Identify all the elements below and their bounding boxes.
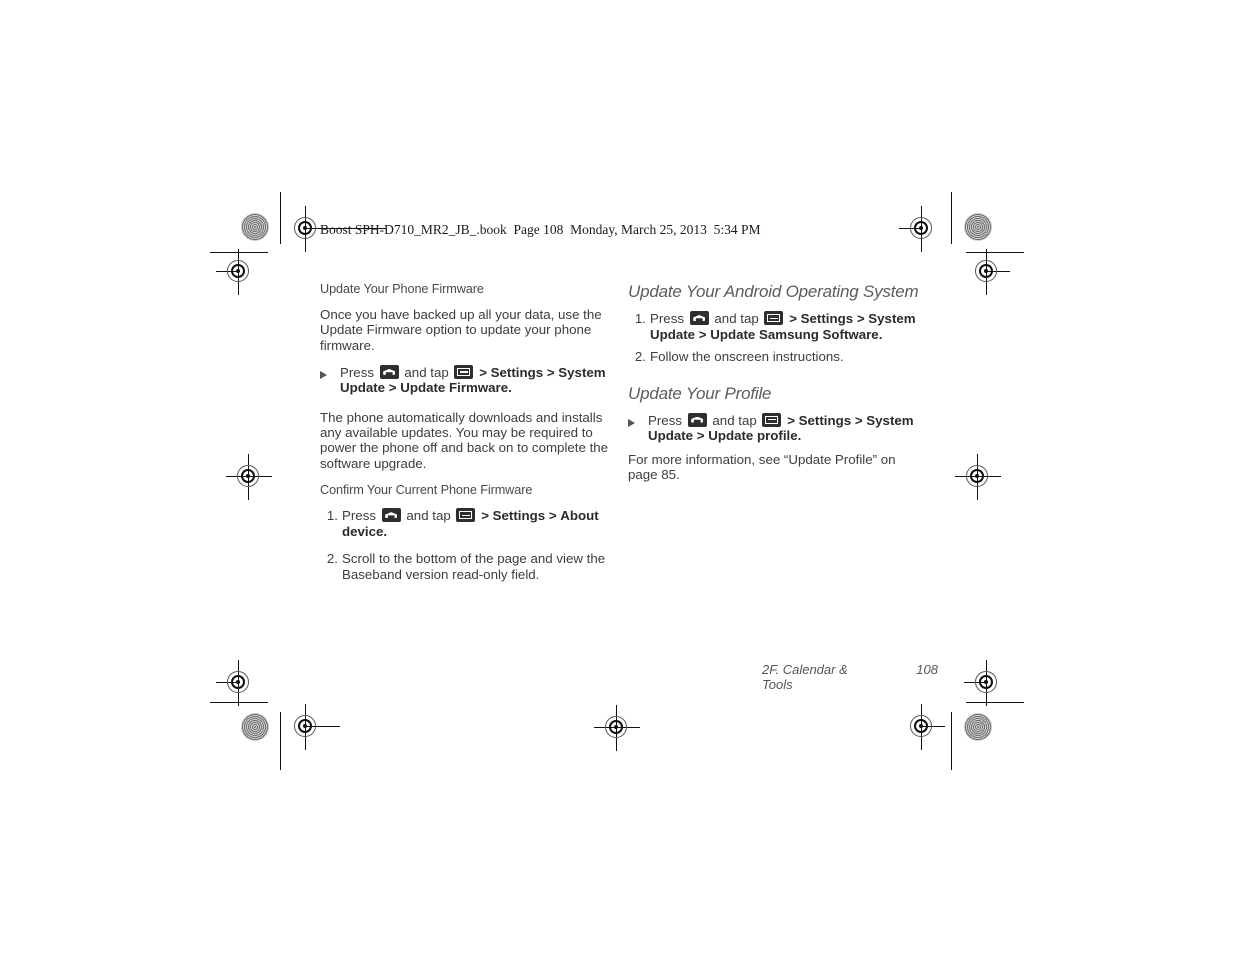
right-column: Update Your Android Operating System 1. … bbox=[628, 282, 928, 494]
path-separator-2: > bbox=[546, 364, 555, 380]
press-label: Press bbox=[648, 412, 682, 428]
list-item-text: Follow the onscreen instructions. bbox=[650, 349, 844, 364]
list-item-press-home-update-samsung-software: 1. Press and tap > Settings > System Upd… bbox=[628, 311, 928, 342]
registration-mark-right-lower bbox=[964, 660, 1010, 706]
footer-page-number: 108 bbox=[916, 662, 938, 677]
list-marker-1: 1. bbox=[326, 508, 338, 524]
path-settings: Settings bbox=[800, 311, 854, 326]
page-canvas: { "print": { "book_line": "Boost SPH-D71… bbox=[0, 0, 1235, 954]
trim-line-bottom-left-horizontal bbox=[306, 726, 340, 727]
trim-line-bottom-left-edge bbox=[210, 702, 268, 703]
home-key-icon bbox=[379, 364, 399, 379]
list-item-press-home-about-device: 1. Press and tap > Settings > About devi… bbox=[320, 508, 620, 539]
footer-chapter-label: 2F. Calendar & Tools bbox=[762, 662, 848, 692]
path-separator-1: > bbox=[789, 311, 797, 326]
and-tap-label: and tap bbox=[406, 508, 451, 524]
path-update-profile: Update profile bbox=[708, 428, 798, 443]
registration-mark-bottom-left-inner bbox=[283, 704, 329, 750]
registration-mark-bottom-center bbox=[594, 705, 640, 751]
list-item-follow-onscreen-instructions: 2. Follow the onscreen instructions. bbox=[628, 349, 928, 365]
path-separator-1: > bbox=[787, 412, 795, 428]
list-item-text: Scroll to the bottom of the page and vie… bbox=[342, 551, 606, 582]
and-tap-label: and tap bbox=[714, 311, 759, 326]
path-separator-1: > bbox=[479, 364, 487, 380]
and-tap-label: and tap bbox=[404, 364, 449, 380]
menu-key-icon bbox=[456, 508, 476, 523]
sub-heading-update-your-phone-firmware: Update Your Phone Firmware bbox=[320, 282, 484, 296]
print-book-header: Boost SPH-D710_MR2_JB_.book Page 108 Mon… bbox=[320, 222, 761, 237]
path-settings: Settings bbox=[492, 508, 546, 524]
registration-mark-left-upper bbox=[216, 249, 262, 295]
list-marker-2: 2. bbox=[634, 349, 646, 364]
halftone-calibration-dot-bottom-right bbox=[964, 713, 992, 741]
path-period-1: . bbox=[508, 380, 512, 396]
paragraph-automatic-downloads: The phone automatically downloads and in… bbox=[320, 409, 609, 471]
trim-line-right-vertical-top bbox=[951, 192, 952, 244]
list-marker-2: 2. bbox=[326, 551, 338, 567]
menu-key-icon bbox=[762, 412, 782, 427]
path-update-samsung-software: Update Samsung Software bbox=[710, 326, 879, 342]
path-period-3: . bbox=[797, 428, 802, 443]
registration-mark-right-upper bbox=[964, 249, 1010, 295]
page-footer: 2F. Calendar & Tools 108 bbox=[628, 662, 938, 692]
paragraph-backed-up-data: Once you have backed up all your data, u… bbox=[320, 307, 602, 353]
path-settings: Settings bbox=[490, 364, 544, 380]
home-key-icon bbox=[689, 311, 709, 325]
home-key-icon bbox=[687, 412, 707, 427]
sub-heading-confirm-current-firmware: Confirm Your Current Phone Firmware bbox=[320, 483, 533, 498]
section-heading-update-your-profile: Update Your Profile bbox=[628, 383, 772, 403]
path-separator-2: > bbox=[856, 311, 865, 326]
path-separator-3: > bbox=[696, 428, 705, 443]
path-update-firmware: Update Firmware bbox=[400, 380, 509, 396]
and-tap-label: and tap bbox=[712, 412, 757, 428]
home-key-icon bbox=[381, 508, 401, 523]
trim-line-right-vertical-bottom bbox=[951, 712, 952, 770]
left-column: Update Your Phone Firmware Once you have… bbox=[320, 282, 620, 592]
press-label: Press bbox=[342, 508, 376, 524]
trim-line-left-vertical-top bbox=[280, 192, 281, 244]
trim-line-top-right-edge bbox=[966, 252, 1024, 253]
press-label: Press bbox=[650, 311, 684, 326]
registration-mark-left-lower bbox=[216, 660, 262, 706]
registration-mark-right-middle bbox=[955, 454, 1001, 500]
press-label: Press bbox=[340, 364, 374, 380]
path-separator-2: > bbox=[854, 412, 863, 428]
halftone-calibration-dot-bottom-left bbox=[241, 713, 269, 741]
path-separator-3: > bbox=[388, 380, 397, 396]
registration-mark-left-middle bbox=[226, 454, 272, 500]
registration-mark-bottom-right-inner bbox=[899, 704, 945, 750]
path-separator-2: > bbox=[548, 508, 557, 524]
halftone-calibration-dot-top-right bbox=[964, 213, 992, 241]
path-separator-1: > bbox=[481, 508, 489, 524]
bullet-triangle-icon bbox=[320, 367, 331, 379]
section-heading-update-android-os: Update Your Android Operating System bbox=[628, 282, 919, 301]
registration-mark-top-right-inner bbox=[899, 206, 945, 252]
trim-line-left-vertical-bottom bbox=[280, 712, 281, 770]
trim-line-top-left-edge bbox=[210, 252, 268, 253]
menu-key-icon bbox=[454, 364, 474, 379]
list-item-press-home-update-profile: Press and tap > Settings > System Update… bbox=[628, 412, 928, 444]
list-marker-1: 1. bbox=[634, 311, 646, 326]
list-item-scroll-baseband: 2. Scroll to the bottom of the page and … bbox=[320, 551, 620, 582]
path-period-1: . bbox=[878, 326, 883, 342]
path-period-2: . bbox=[383, 523, 388, 539]
paragraph-for-more-information: For more information, see “Update Profil… bbox=[628, 451, 896, 482]
menu-key-icon bbox=[764, 311, 784, 325]
halftone-calibration-dot-top-left bbox=[241, 213, 269, 241]
path-settings: Settings bbox=[798, 412, 852, 428]
list-item-press-home-update-firmware: Press and tap > Settings > System Update… bbox=[320, 364, 620, 396]
bullet-triangle-icon bbox=[628, 415, 639, 427]
path-separator-3: > bbox=[698, 326, 707, 342]
